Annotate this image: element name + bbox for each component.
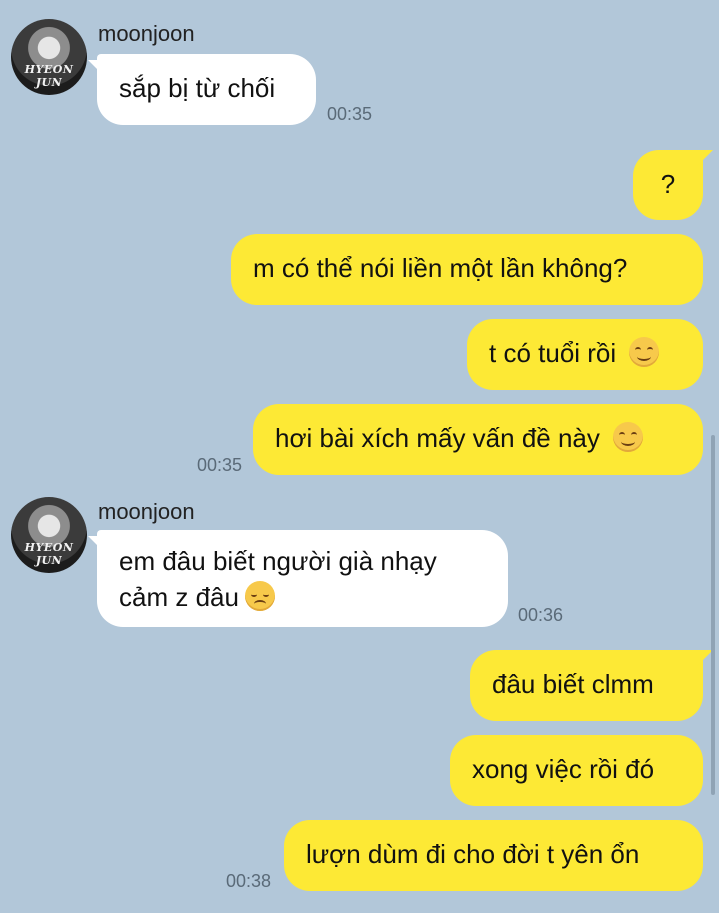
message-timestamp: 00:38 [226,871,272,891]
avatar-caption: HYEON JUN [24,63,74,89]
sender-name: moonjoon [98,499,195,524]
outgoing-message-bubble[interactable]: lượn dùm đi cho đời t yên ổn [284,820,703,891]
sender-name: moonjoon [98,21,195,46]
scrollbar[interactable] [711,435,715,795]
message-text: m có thể nói liền một lần không? [253,253,628,283]
incoming-message-bubble[interactable]: em đâu biết người già nhạy cảm z đâu [88,530,508,627]
message-text-line: cảm z đâu [119,582,239,612]
message-text-line: em đâu biết người già nhạy [119,546,437,576]
smiling-face-icon [613,422,644,452]
message-text: xong việc rồi đó [472,754,655,784]
message-timestamp: 00:36 [518,605,564,625]
message-text: đâu biết clmm [492,669,654,699]
avatar[interactable]: HYEON JUN [11,497,87,573]
incoming-message-bubble[interactable]: sắp bị từ chối [88,54,316,125]
outgoing-message-bubble[interactable]: đâu biết clmm [470,650,713,721]
message-text: t có tuổi rồi [489,338,617,368]
message-timestamp: 00:35 [327,104,373,124]
avatar[interactable]: HYEON JUN [11,19,87,95]
message-text: hơi bài xích mấy vấn đề này [275,423,600,453]
message-text: lượn dùm đi cho đời t yên ổn [306,839,640,869]
outgoing-message-bubble[interactable]: m có thể nói liền một lần không? [231,234,703,305]
smiling-face-icon [629,337,660,367]
outgoing-message-bubble[interactable]: t có tuổi rồi [467,319,703,390]
message-timestamp: 00:35 [197,455,243,475]
outgoing-message-bubble[interactable]: ? [633,150,713,220]
disappointed-face-icon [244,581,275,611]
outgoing-message-bubble[interactable]: hơi bài xích mấy vấn đề này [253,404,703,475]
message-text: sắp bị từ chối [119,73,276,103]
outgoing-message-bubble[interactable]: xong việc rồi đó [450,735,703,806]
avatar-caption: HYEON JUN [24,541,74,567]
message-text: ? [660,169,676,199]
